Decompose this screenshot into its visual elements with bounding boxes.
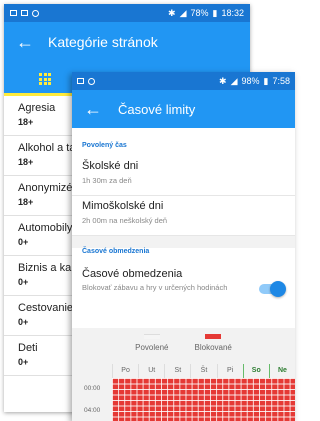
legend-blocked: Blokované bbox=[195, 334, 232, 352]
day-headers: Po Ut St Št Pi So Ne bbox=[112, 364, 295, 378]
day-label: St bbox=[164, 364, 190, 378]
section-header-allowed-time: Povolený čas bbox=[82, 142, 127, 149]
hour-labels: 00:00 04:00 bbox=[72, 378, 112, 421]
battery-level: 98% bbox=[241, 76, 260, 86]
allowed-swatch bbox=[143, 334, 160, 339]
day-label: Po bbox=[112, 364, 138, 378]
grid-icon bbox=[39, 73, 51, 85]
blocked-swatch bbox=[205, 334, 222, 339]
status-bar: ✱ ◢ 78% ▮ 18:32 bbox=[4, 4, 250, 22]
schedule-area: Povolené Blokované Po Ut St Št Pi So Ne … bbox=[72, 328, 295, 421]
notification-icon bbox=[21, 10, 28, 16]
section-header-time-restrictions: Časové obmedzenia bbox=[82, 248, 150, 255]
limit-title: Školské dni bbox=[82, 160, 139, 172]
time-restrictions-switch[interactable] bbox=[259, 281, 286, 297]
day-label: Št bbox=[190, 364, 216, 378]
limit-title: Mimoškolské dni bbox=[82, 200, 164, 212]
system-icons: ✱ ◢ 78% ▮ 18:32 bbox=[168, 8, 244, 19]
back-arrow-icon[interactable]: ← bbox=[16, 33, 34, 51]
battery-icon: ▮ bbox=[212, 7, 218, 18]
page-title: Kategórie stránok bbox=[48, 34, 158, 50]
app-bar: ← Kategórie stránok bbox=[4, 22, 250, 62]
legend-label: Povolené bbox=[135, 343, 169, 352]
non-school-days-item[interactable]: Mimoškolské dni 2h 00m na neškolský deň bbox=[72, 196, 295, 236]
notification-icon bbox=[10, 10, 17, 16]
battery-icon: ▮ bbox=[263, 75, 269, 86]
signal-icon: ◢ bbox=[179, 7, 187, 18]
day-label: Ut bbox=[138, 364, 164, 378]
back-arrow-icon[interactable]: ← bbox=[84, 100, 102, 118]
legend-label: Blokované bbox=[194, 343, 232, 352]
schedule-cells[interactable] bbox=[112, 378, 295, 421]
section-divider bbox=[72, 236, 295, 248]
notification-icons bbox=[77, 77, 95, 85]
battery-level: 78% bbox=[190, 8, 209, 18]
school-days-item[interactable]: Školské dni 1h 30m za deň bbox=[72, 156, 295, 196]
hour-label: 00:00 bbox=[84, 385, 101, 392]
notification-icons bbox=[10, 9, 39, 17]
hour-label: 04:00 bbox=[84, 407, 101, 414]
status-bar: ✱ ◢ 98% ▮ 7:58 bbox=[72, 72, 295, 90]
signal-icon: ◢ bbox=[230, 75, 238, 86]
toggle-title: Časové obmedzenia bbox=[82, 268, 183, 280]
bluetooth-icon: ✱ bbox=[168, 7, 176, 18]
time-restrictions-toggle-row[interactable]: Časové obmedzenia Blokovať zábavu a hry … bbox=[72, 264, 295, 330]
limit-subtitle: 1h 30m za deň bbox=[82, 176, 132, 185]
clock: 18:32 bbox=[221, 8, 244, 18]
legend-allowed: Povolené bbox=[135, 334, 169, 352]
limit-subtitle: 2h 00m na neškolský deň bbox=[82, 216, 168, 225]
system-icons: ✱ ◢ 98% ▮ 7:58 bbox=[219, 76, 290, 87]
day-label: Pi bbox=[216, 364, 243, 378]
switch-knob bbox=[270, 281, 286, 297]
toggle-description: Blokovať zábavu a hry v určených hodinác… bbox=[82, 283, 228, 292]
app-bar: ← Časové limity bbox=[72, 90, 295, 128]
day-label-weekend: Ne bbox=[268, 364, 295, 378]
bluetooth-icon: ✱ bbox=[219, 75, 227, 86]
schedule-legend: Povolené Blokované bbox=[72, 328, 295, 352]
notification-icon bbox=[88, 77, 95, 85]
clock: 7:58 bbox=[272, 76, 290, 86]
day-label-weekend: So bbox=[242, 364, 269, 378]
weekly-schedule-grid: Po Ut St Št Pi So Ne 00:00 04:00 bbox=[72, 364, 295, 421]
notification-icon bbox=[77, 78, 84, 84]
page-title: Časové limity bbox=[118, 101, 196, 117]
notification-icon bbox=[32, 9, 39, 17]
time-limits-screen: ✱ ◢ 98% ▮ 7:58 ← Časové limity Povolený … bbox=[72, 72, 295, 421]
